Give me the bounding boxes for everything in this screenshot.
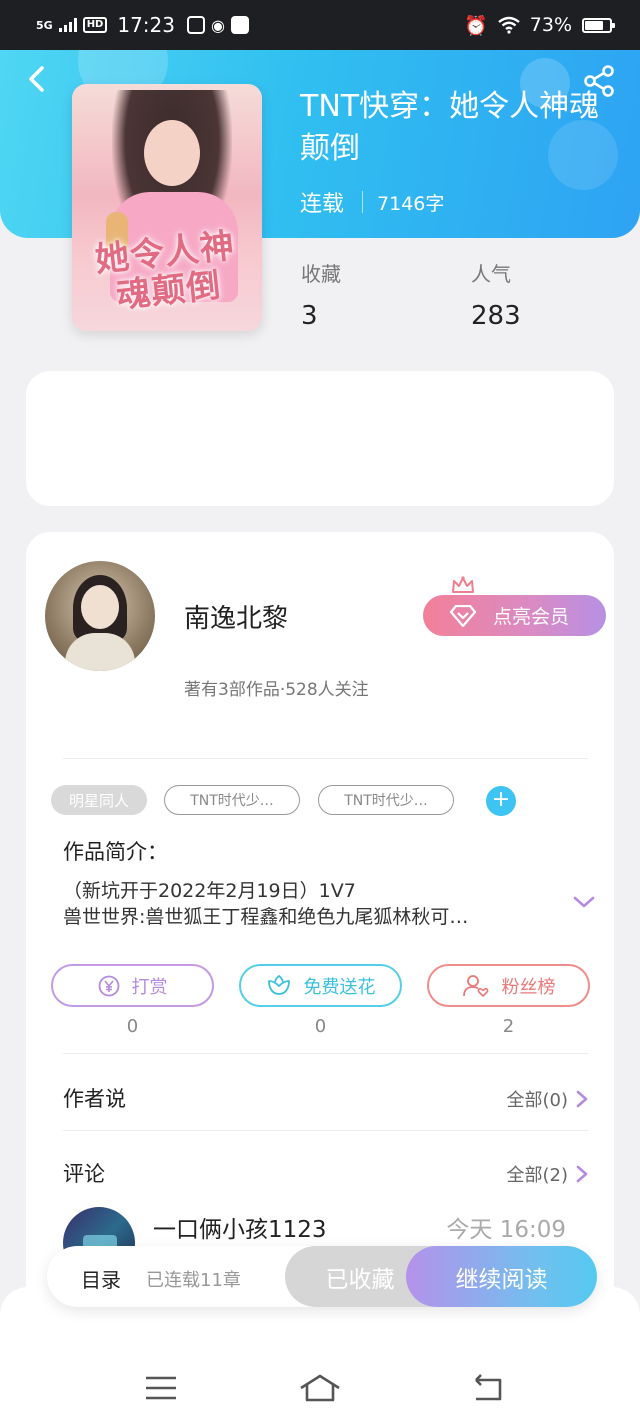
stat-favorites: 收藏 3 [301,258,341,331]
clock: 17:23 [117,13,175,37]
comments-count: 全部(2) [506,1165,569,1186]
free-flower-button[interactable]: 免费送花 [239,964,402,1007]
author-says-heading: 作者说 [63,1087,126,1111]
back-icon[interactable] [22,64,52,94]
cover-title: 她令人神魂颠倒 [93,225,237,317]
stat-popularity: 人气 283 [471,258,521,331]
diamond-icon [449,604,477,627]
chevron-right-icon [576,1090,588,1108]
weibo-icon: ◉ [211,15,225,35]
meta-divider [362,191,364,213]
chapter-count: 已连载11章 [146,1270,241,1291]
intro-text[interactable]: （新坑开于2022年2月19日）1V7 兽世世界:兽世狐王丁程鑫和绝色九尾狐林秋… [63,878,533,930]
status-right: ⏰ 73% [464,14,615,37]
book-meta: 连载 7146字 [300,186,444,218]
author-name[interactable]: 南逸北黎 [184,598,288,635]
divider [63,1053,588,1054]
fans-rank-button[interactable]: 粉丝榜 [427,964,590,1007]
add-tag-button[interactable]: + [486,786,516,816]
continue-reading-button[interactable]: 继续阅读 [406,1246,597,1307]
hd-badge: HD [82,17,108,33]
author-says-count: 全部(0) [506,1090,569,1111]
tip-label: 打赏 [131,976,168,998]
back-nav-icon[interactable] [466,1368,510,1408]
chevron-right-icon [576,1165,588,1183]
tag-item[interactable]: TNT时代少… [164,785,300,815]
intro-line: （新坑开于2022年2月19日）1V7 [63,880,356,902]
toc-button[interactable]: 目录 [81,1264,121,1293]
tag-genre[interactable]: 明星同人 [51,785,147,815]
crown-icon [452,576,474,593]
alarm-icon: ⏰ [464,14,488,37]
status-left: 5G HD 17:23 ◉ [36,13,249,37]
fans-count: 2 [502,1016,515,1037]
divider [63,1130,588,1131]
stat-label: 人气 [471,262,511,286]
vip-button[interactable]: 点亮会员 [423,595,606,636]
stat-value: 283 [471,301,521,331]
mail-notification-icon [230,16,249,34]
flower-icon [267,974,290,995]
word-count: 7146字 [377,192,445,215]
stat-value: 3 [301,301,318,331]
author-meta: 著有3部作品·528人关注 [184,680,369,700]
commenter-name[interactable]: 一口俩小孩1123 [153,1210,327,1244]
signal-icon [58,18,77,32]
author-says-more[interactable]: 全部(0) [507,1086,589,1112]
fans-label: 粉丝榜 [501,976,556,998]
yen-icon [98,975,119,996]
book-cover[interactable]: 她令人神魂颠倒 [72,84,262,331]
comment-time: 今天 16:09 [446,1217,566,1243]
comments-more[interactable]: 全部(2) [507,1161,589,1187]
intro-heading: 作品简介： [63,840,168,864]
serial-status: 连载 [300,192,345,217]
avatar-art [65,633,135,671]
chevron-down-icon[interactable] [573,895,595,909]
book-title: TNT快穿：她令人神魂颠倒 [300,89,600,166]
tag-item[interactable]: TNT时代少… [318,785,454,815]
tip-button[interactable]: 打赏 [51,964,214,1007]
menu-icon[interactable] [139,1368,183,1408]
flower-count: 0 [314,1016,327,1037]
status-bar: 5G HD 17:23 ◉ ⏰ 73% [0,0,640,50]
stat-label: 收藏 [301,262,341,286]
fans-icon [462,974,488,997]
comments-heading: 评论 [63,1162,105,1186]
wifi-icon [498,16,520,34]
divider [63,758,588,759]
home-icon[interactable] [298,1368,342,1408]
author-avatar[interactable] [45,561,155,671]
flower-label: 免费送花 [303,976,376,998]
battery-percent: 73% [529,14,572,36]
vip-label: 点亮会员 [493,606,570,628]
battery-icon [582,17,615,33]
network-type: 5G [36,18,53,32]
placeholder-card [26,371,614,506]
tip-count: 0 [126,1016,139,1037]
cover-art [144,120,200,186]
intro-line: 兽世世界:兽世狐王丁程鑫和绝色九尾狐林秋可… [63,906,469,928]
avatar-art [81,585,119,629]
app-notification-icon [187,16,205,34]
